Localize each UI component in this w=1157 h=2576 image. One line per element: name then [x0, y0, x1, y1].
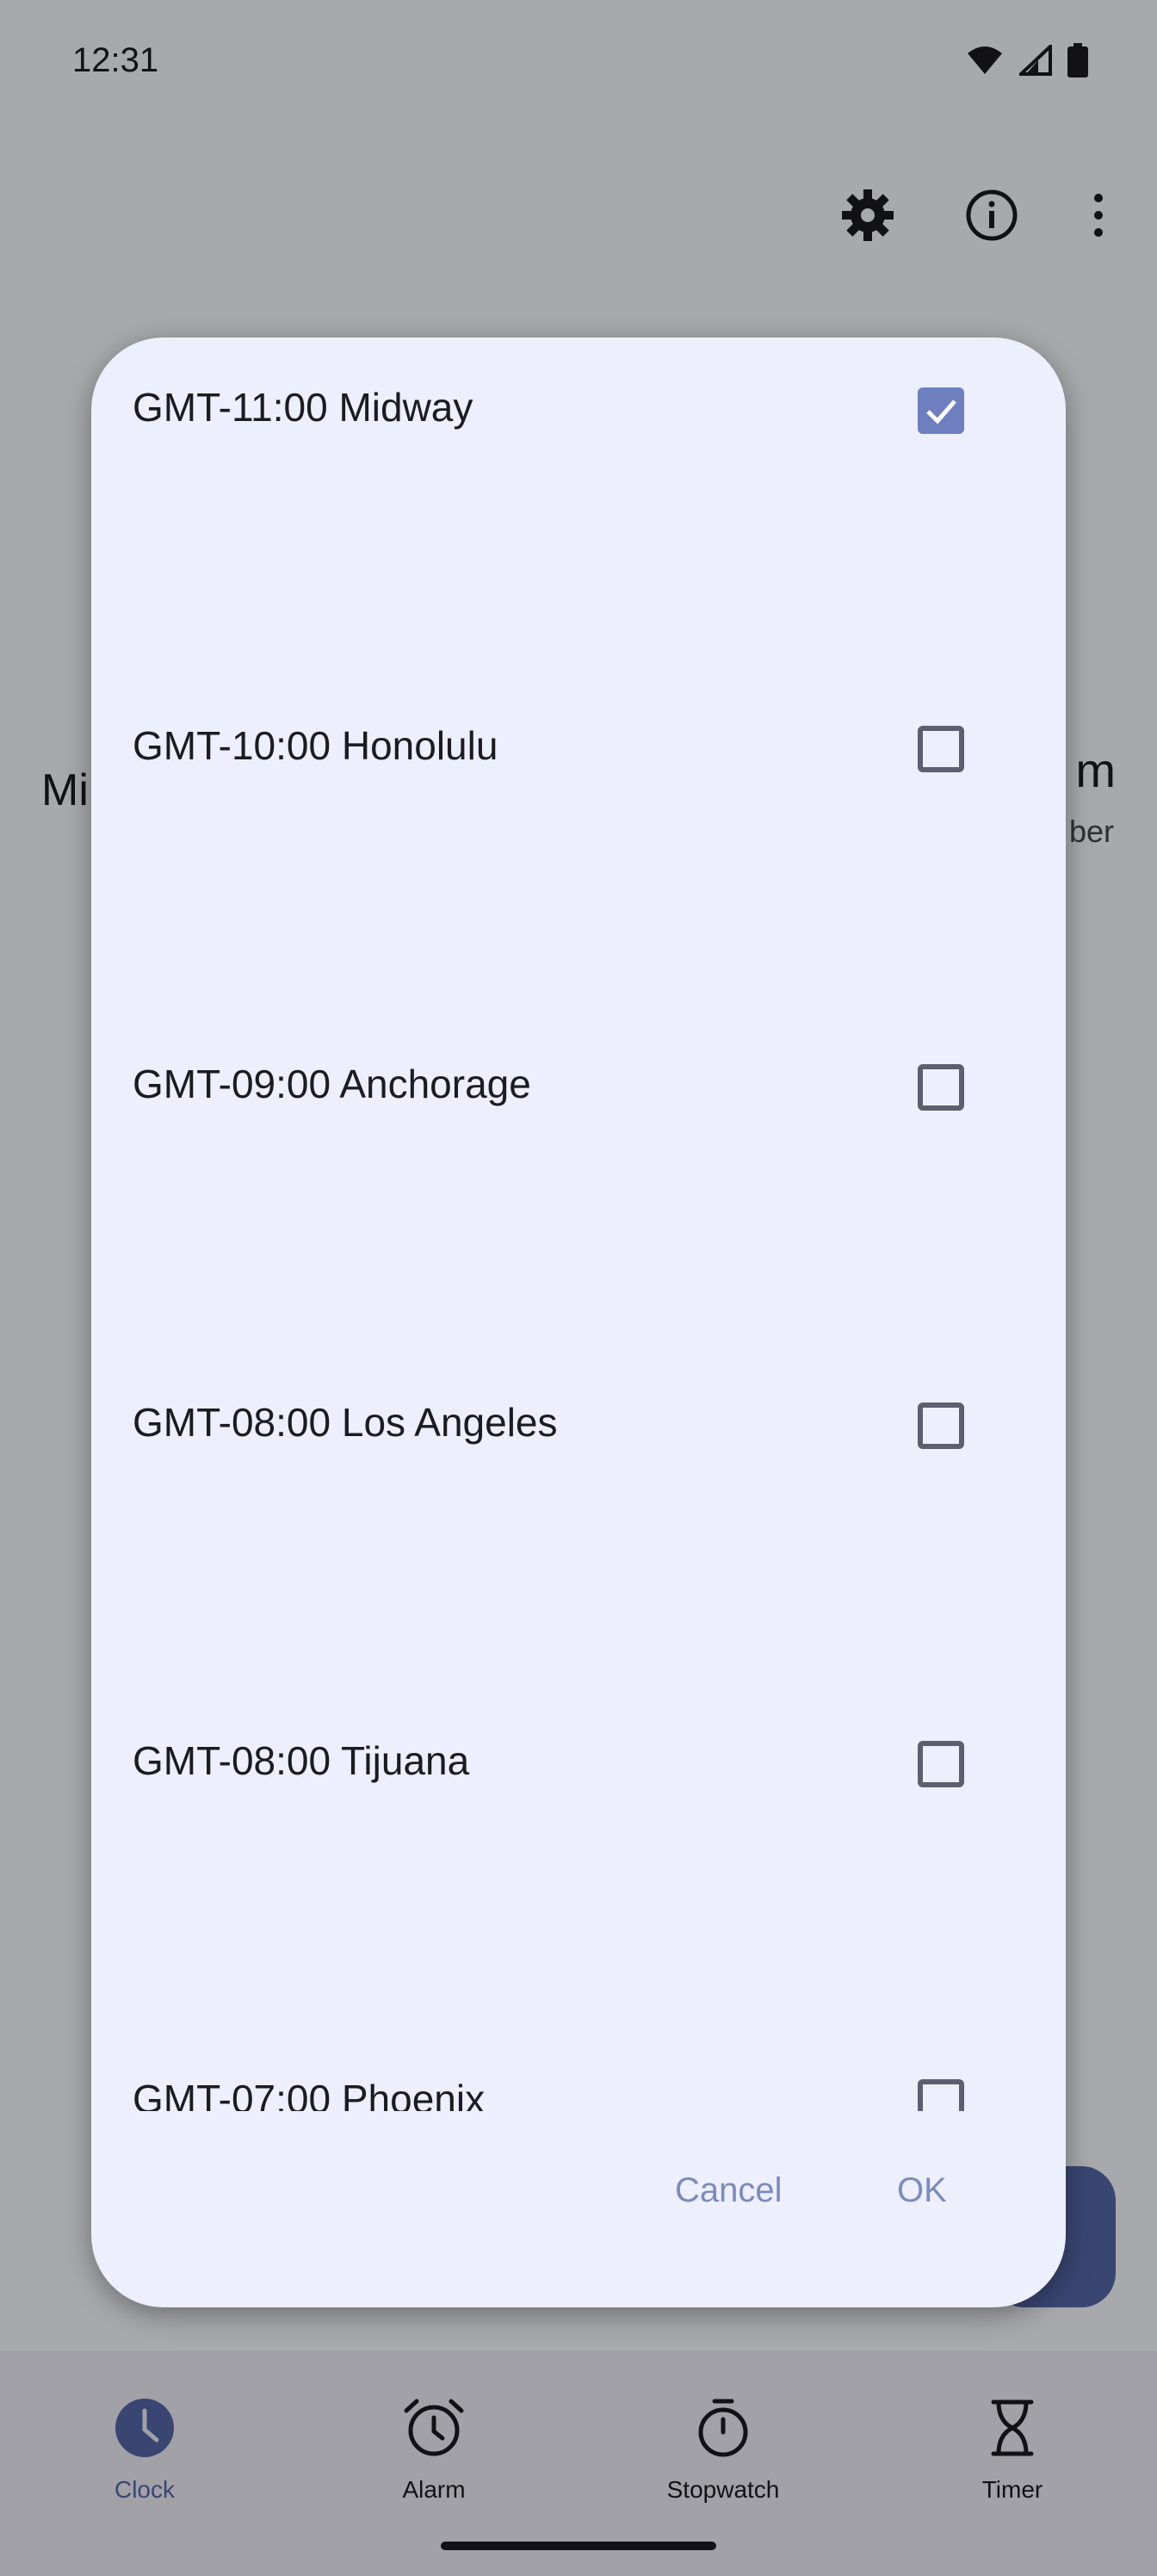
- timezone-label: GMT-11:00 Midway: [133, 385, 473, 430]
- timezone-row[interactable]: GMT-07:00 Phoenix: [91, 2029, 1066, 2111]
- timezone-checkbox[interactable]: [918, 726, 964, 772]
- dialog-actions: Cancel OK: [91, 2163, 1066, 2249]
- timezone-label: GMT-07:00 Phoenix: [133, 2077, 486, 2111]
- timezone-row[interactable]: GMT-11:00 Midway: [91, 337, 1066, 676]
- timezone-row[interactable]: GMT-08:00 Los Angeles: [91, 1353, 1066, 1691]
- ok-button[interactable]: OK: [897, 2171, 947, 2210]
- timezone-checkbox[interactable]: [918, 2079, 964, 2111]
- timezone-label: GMT-10:00 Honolulu: [133, 723, 498, 768]
- timezone-checkbox[interactable]: [918, 1741, 964, 1787]
- timezone-row[interactable]: GMT-08:00 Tijuana: [91, 1691, 1066, 2029]
- timezone-label: GMT-08:00 Los Angeles: [133, 1400, 558, 1445]
- checkmark-icon: [926, 399, 956, 424]
- timezone-checkbox[interactable]: [918, 1064, 964, 1111]
- timezone-list[interactable]: GMT-11:00 Midway GMT-10:00 Honolulu GMT-…: [91, 337, 1066, 2111]
- cancel-button[interactable]: Cancel: [675, 2171, 783, 2210]
- timezone-checkbox[interactable]: [918, 1403, 964, 1449]
- timezone-label: GMT-09:00 Anchorage: [133, 1062, 531, 1106]
- timezone-picker-dialog: GMT-11:00 Midway GMT-10:00 Honolulu GMT-…: [91, 337, 1066, 2307]
- timezone-label: GMT-08:00 Tijuana: [133, 1738, 470, 1783]
- timezone-checkbox[interactable]: [918, 387, 964, 434]
- timezone-row[interactable]: GMT-10:00 Honolulu: [91, 676, 1066, 1014]
- timezone-row[interactable]: GMT-09:00 Anchorage: [91, 1014, 1066, 1353]
